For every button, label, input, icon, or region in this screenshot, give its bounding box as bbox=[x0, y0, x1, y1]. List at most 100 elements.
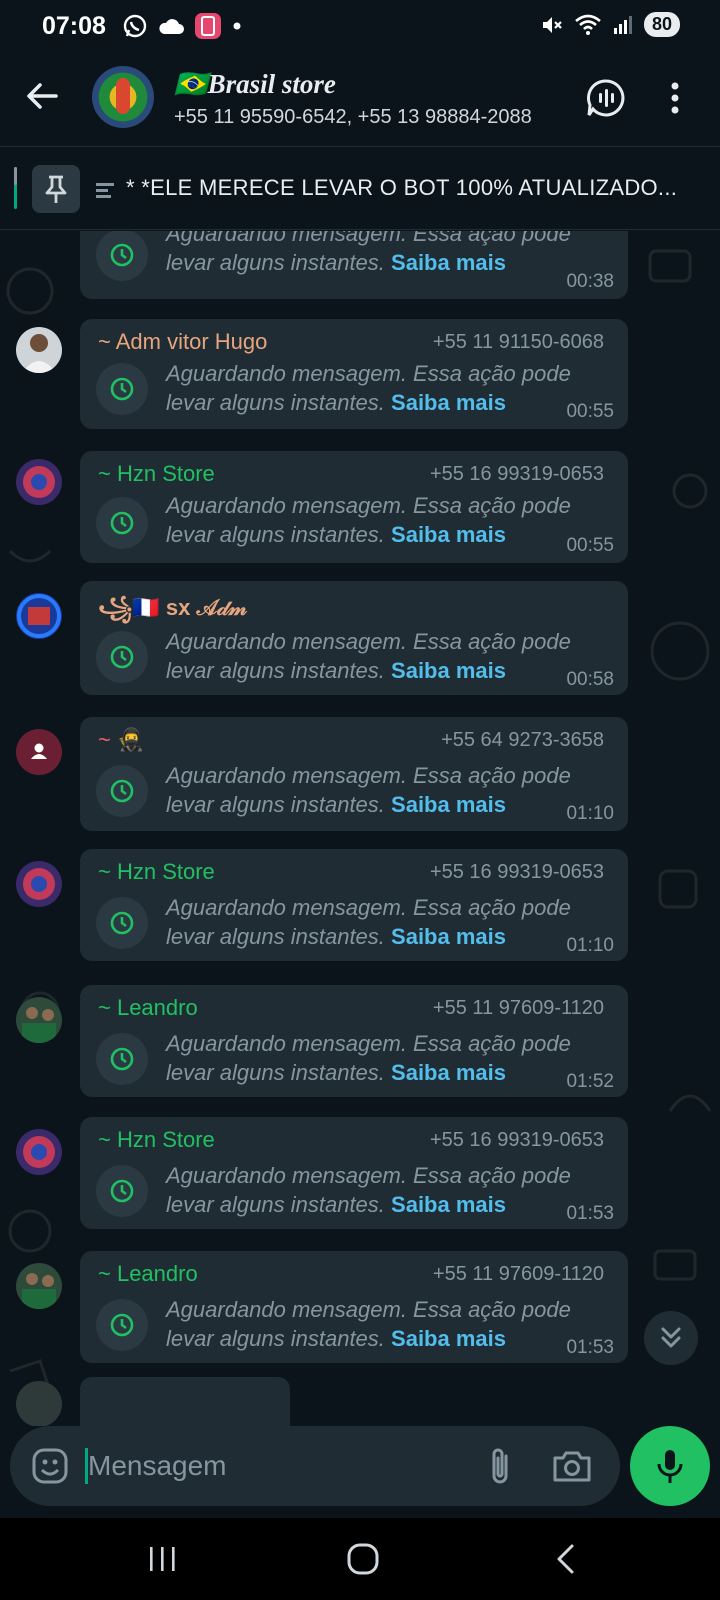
sender-avatar[interactable] bbox=[16, 1263, 62, 1309]
group-title[interactable]: 🇧🇷Brasil store bbox=[174, 68, 336, 100]
learn-more-link[interactable]: Saiba mais bbox=[391, 1326, 506, 1351]
sender-phone: +55 11 97609-1120 bbox=[432, 997, 604, 1019]
voice-chat-icon[interactable] bbox=[586, 78, 626, 118]
waiting-message-text: Aguardando mensagem. Essa ação pode leva… bbox=[166, 893, 616, 951]
learn-more-link[interactable]: Saiba mais bbox=[391, 250, 506, 275]
message-time: 00:55 bbox=[566, 535, 614, 556]
attach-icon[interactable] bbox=[480, 1444, 520, 1488]
pending-message-badge bbox=[96, 363, 148, 415]
message-input[interactable] bbox=[88, 1440, 458, 1492]
message-bubble[interactable]: ~ Leandro +55 11 97609-1120 Aguardando m… bbox=[80, 1251, 628, 1363]
sender-name[interactable]: ~ Hzn Store bbox=[98, 859, 215, 885]
sender-name[interactable]: ~ Adm vitor Hugo bbox=[98, 329, 267, 355]
message-bubble[interactable]: ~ Hzn Store +55 16 99319-0653 Aguardando… bbox=[80, 1117, 628, 1229]
pin-button[interactable] bbox=[32, 165, 80, 213]
message-bubble[interactable]: Aguardando mensagem. Essa ação pode leva… bbox=[80, 231, 628, 299]
sender-phone: +55 16 99319-0653 bbox=[429, 861, 604, 883]
sender-avatar[interactable] bbox=[16, 327, 62, 373]
home-icon[interactable] bbox=[344, 1540, 382, 1578]
wifi-icon bbox=[575, 14, 601, 35]
waiting-message-text: Aguardando mensagem. Essa ação pode leva… bbox=[166, 1161, 616, 1219]
sender-avatar[interactable] bbox=[16, 861, 62, 907]
back-arrow-icon[interactable] bbox=[22, 76, 62, 116]
battery-level: 80 bbox=[643, 12, 680, 37]
avatar-image bbox=[17, 594, 61, 638]
sender-name[interactable]: ~ Leandro bbox=[98, 1261, 198, 1287]
sender-avatar[interactable] bbox=[16, 729, 62, 775]
group-participants[interactable]: +55 11 95590-6542, +55 13 98884-2088 bbox=[174, 106, 558, 129]
waiting-message-text: Aguardando mensagem. Essa ação pode leva… bbox=[166, 1295, 616, 1353]
learn-more-link[interactable]: Saiba mais bbox=[391, 792, 506, 817]
learn-more-link[interactable]: Saiba mais bbox=[391, 1060, 506, 1085]
message-bubble[interactable]: ~ Leandro +55 11 97609-1120 Aguardando m… bbox=[80, 985, 628, 1097]
waiting-message-text: Aguardando mensagem. Essa ação pode leva… bbox=[166, 1029, 616, 1087]
voice-message-button[interactable] bbox=[630, 1426, 710, 1506]
pinned-message-bar[interactable]: * *ELE MERECE LEVAR O BOT 100% ATUALIZAD… bbox=[0, 146, 720, 230]
default-person-icon bbox=[31, 743, 47, 759]
clock-icon bbox=[110, 377, 134, 401]
message-bubble[interactable] bbox=[80, 1377, 290, 1426]
learn-more-link[interactable]: Saiba mais bbox=[391, 390, 506, 415]
learn-more-link[interactable]: Saiba mais bbox=[391, 658, 506, 683]
clock-icon bbox=[110, 243, 134, 267]
waiting-label: Aguardando mensagem. Essa ação pode leva… bbox=[166, 763, 571, 817]
cloud-icon bbox=[159, 19, 184, 34]
sender-avatar[interactable] bbox=[16, 1381, 62, 1426]
sender-name[interactable]: ~ Hzn Store bbox=[98, 461, 215, 487]
clock-icon bbox=[110, 1047, 134, 1071]
message-bubble[interactable]: ꧁🇫🇷 sx 𝒜𝒹𝓂 Aguardando mensagem. Essa açã… bbox=[80, 581, 628, 695]
waiting-label: Aguardando mensagem. Essa ação pode leva… bbox=[166, 1163, 571, 1217]
avatar-image bbox=[23, 1136, 55, 1168]
sender-avatar[interactable] bbox=[16, 593, 62, 639]
pinned-message-text: * *ELE MERECE LEVAR O BOT 100% ATUALIZAD… bbox=[126, 175, 678, 200]
waiting-message-text: Aguardando mensagem. Essa ação pode leva… bbox=[166, 359, 616, 417]
sender-name[interactable]: ~ 🥷 bbox=[98, 727, 144, 753]
waiting-label: Aguardando mensagem. Essa ação pode leva… bbox=[166, 629, 571, 683]
learn-more-link[interactable]: Saiba mais bbox=[391, 924, 506, 949]
camera-icon[interactable] bbox=[550, 1446, 594, 1486]
group-avatar[interactable] bbox=[92, 66, 154, 128]
avatar-image bbox=[22, 334, 56, 373]
status-bar: 07:08 80 bbox=[0, 0, 720, 52]
clock-icon bbox=[110, 1313, 134, 1337]
pending-message-badge bbox=[96, 765, 148, 817]
message-bubble[interactable]: ~ 🥷 +55 64 9273-3658 Aguardando mensagem… bbox=[80, 717, 628, 831]
more-options-icon[interactable] bbox=[660, 78, 690, 118]
message-time: 00:55 bbox=[566, 401, 614, 422]
pending-message-badge bbox=[96, 231, 148, 281]
sender-name[interactable]: ~ Hzn Store bbox=[98, 1127, 215, 1153]
pending-message-badge bbox=[96, 1033, 148, 1085]
waiting-message-text: Aguardando mensagem. Essa ação pode leva… bbox=[166, 231, 616, 277]
pin-icon bbox=[45, 175, 67, 203]
sender-phone: +55 64 9273-3658 bbox=[441, 729, 604, 751]
scroll-to-bottom-button[interactable] bbox=[644, 1311, 698, 1365]
sender-name[interactable]: ~ Leandro bbox=[98, 995, 198, 1021]
status-time: 07:08 bbox=[42, 12, 106, 40]
mute-icon bbox=[542, 16, 562, 33]
waiting-label: Aguardando mensagem. Essa ação pode leva… bbox=[166, 1031, 571, 1085]
waiting-label: Aguardando mensagem. Essa ação pode leva… bbox=[166, 895, 571, 949]
learn-more-link[interactable]: Saiba mais bbox=[391, 1192, 506, 1217]
clock-icon bbox=[110, 645, 134, 669]
status-left-icons bbox=[122, 12, 244, 40]
chat-message-list[interactable]: Aguardando mensagem. Essa ação pode leva… bbox=[0, 231, 720, 1426]
sender-avatar[interactable] bbox=[16, 997, 62, 1043]
emoji-icon[interactable] bbox=[30, 1446, 70, 1486]
sender-avatar[interactable] bbox=[16, 459, 62, 505]
message-bubble[interactable]: ~ Hzn Store +55 16 99319-0653 Aguardando… bbox=[80, 451, 628, 563]
recent-apps-icon[interactable] bbox=[146, 1542, 180, 1576]
message-bubble[interactable]: ~ Adm vitor Hugo +55 11 91150-6068 Aguar… bbox=[80, 319, 628, 429]
nav-back-icon[interactable] bbox=[552, 1542, 580, 1576]
avatar-figure bbox=[116, 78, 130, 114]
status-right-icons: 80 bbox=[540, 12, 680, 37]
sender-avatar[interactable] bbox=[16, 1129, 62, 1175]
pending-message-badge bbox=[96, 1299, 148, 1351]
message-bubble[interactable]: ~ Hzn Store +55 16 99319-0653 Aguardando… bbox=[80, 849, 628, 961]
message-time: 01:52 bbox=[566, 1071, 614, 1092]
learn-more-link[interactable]: Saiba mais bbox=[391, 522, 506, 547]
composer-bar bbox=[0, 1426, 720, 1518]
pending-message-badge bbox=[96, 897, 148, 949]
pending-message-badge bbox=[96, 631, 148, 683]
message-input-container[interactable] bbox=[10, 1426, 620, 1506]
message-time: 01:10 bbox=[566, 803, 614, 824]
